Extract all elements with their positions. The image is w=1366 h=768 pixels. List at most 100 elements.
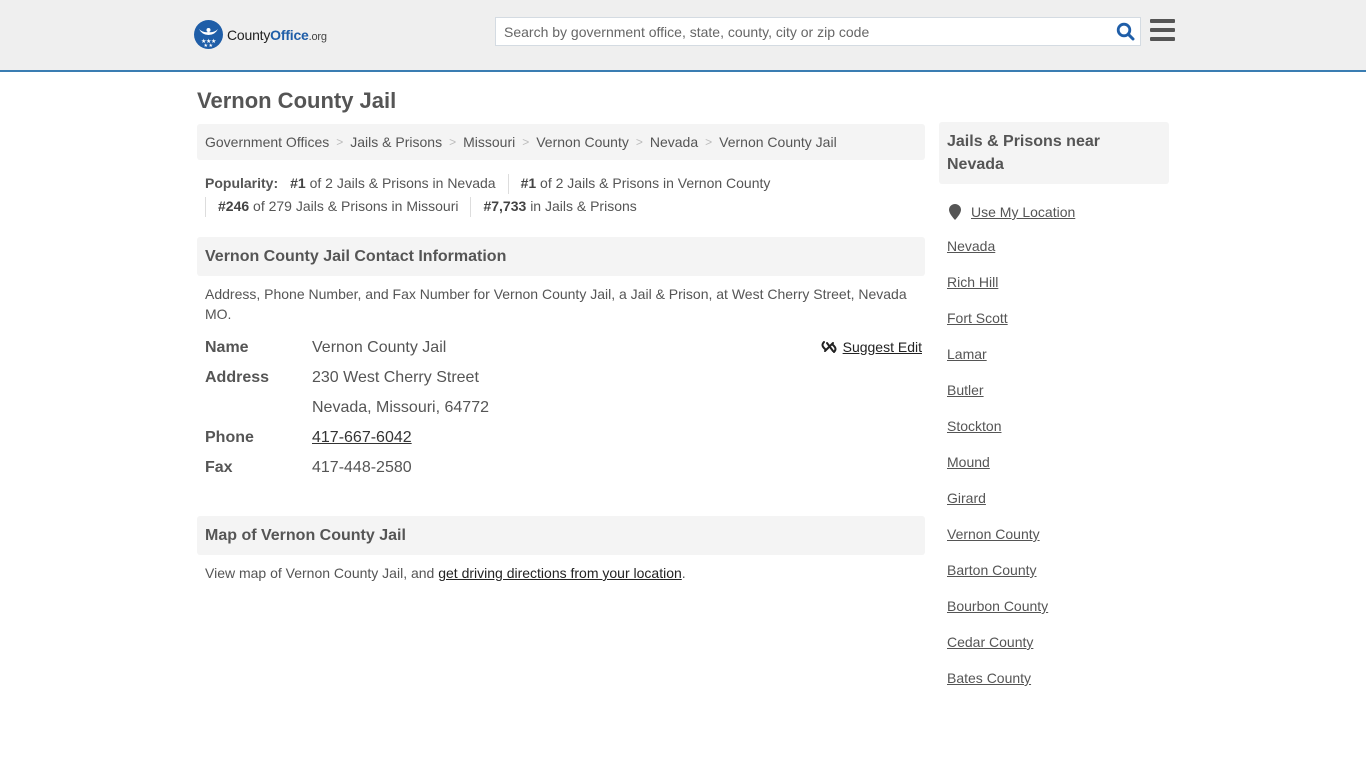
list-item: Cedar County: [947, 634, 1169, 670]
list-item: Bourbon County: [947, 598, 1169, 634]
fax-value: 417-448-2580: [312, 459, 412, 476]
popularity-rank: #1 of 2 Jails & Prisons in Nevada: [290, 172, 495, 195]
sidebar: Jails & Prisons near Nevada Use My Locat…: [939, 122, 1169, 706]
breadcrumb-separator: >: [336, 135, 344, 149]
name-label: Name: [205, 339, 249, 356]
sidebar-heading: Jails & Prisons near Nevada: [939, 122, 1169, 184]
breadcrumb-separator: >: [522, 135, 530, 149]
list-item: Vernon County: [947, 526, 1169, 562]
logo-county: County: [227, 26, 271, 43]
address-label: Address: [205, 369, 270, 386]
nearby-link-nevada[interactable]: Nevada: [947, 238, 995, 254]
list-item: Butler: [947, 382, 1169, 418]
menu-bar: [1150, 19, 1175, 23]
site-logo[interactable]: ★ ★ ★ ★ ★ CountyOffice.org: [194, 20, 327, 49]
contact-description: Address, Phone Number, and Fax Number fo…: [205, 286, 907, 322]
divider: [507, 173, 509, 194]
rank-number: #1: [290, 175, 306, 191]
hamburger-menu-icon[interactable]: [1150, 19, 1175, 41]
nearby-link-barton-county[interactable]: Barton County: [947, 562, 1037, 578]
info-row-fax: Fax 417-448-2580: [205, 453, 925, 483]
phone-label: Phone: [205, 429, 254, 446]
search-bar: [495, 17, 1141, 46]
search-input[interactable]: [496, 18, 1110, 45]
breadcrumb-jails-prisons[interactable]: Jails & Prisons: [350, 134, 442, 150]
breadcrumb-missouri[interactable]: Missouri: [463, 134, 515, 150]
rank-text: of 279 Jails & Prisons in Missouri: [253, 198, 459, 214]
search-button[interactable]: [1110, 18, 1140, 45]
rank-number: #7,733: [483, 198, 527, 214]
breadcrumb-separator: >: [449, 135, 457, 149]
popularity-row: #246 of 279 Jails & Prisons in Missouri …: [205, 195, 925, 218]
rank-number: #246: [218, 198, 250, 214]
nearby-link-vernon-county[interactable]: Vernon County: [947, 526, 1040, 542]
list-item: Rich Hill: [947, 274, 1169, 310]
unlink-edit-icon: [821, 341, 837, 353]
breadcrumb-separator: >: [705, 135, 713, 149]
search-icon: [1116, 22, 1134, 41]
eagle-logo-icon: ★ ★ ★ ★ ★: [194, 20, 223, 49]
breadcrumb-nevada[interactable]: Nevada: [650, 134, 698, 150]
rank-text: of 2 Jails & Prisons in Nevada: [309, 175, 496, 191]
nearby-link-butler[interactable]: Butler: [947, 382, 984, 398]
fax-label: Fax: [205, 459, 233, 476]
page-title: Vernon County Jail: [197, 88, 397, 113]
suggest-edit-button[interactable]: Suggest Edit: [821, 339, 922, 355]
breadcrumb-vernon-county[interactable]: Vernon County: [536, 134, 629, 150]
nearby-link-rich-hill[interactable]: Rich Hill: [947, 274, 998, 290]
logo-text: CountyOffice.org: [227, 27, 327, 43]
info-row-phone: Phone 417-667-6042: [205, 423, 925, 453]
logo-office: Office: [270, 26, 309, 43]
nearby-link-bourbon-county[interactable]: Bourbon County: [947, 598, 1048, 614]
breadcrumb-separator: >: [635, 135, 643, 149]
logo-org: .org: [308, 30, 327, 43]
list-item: Barton County: [947, 562, 1169, 598]
list-item: Bates County: [947, 670, 1169, 706]
popularity-rank: #7,733 in Jails & Prisons: [483, 195, 636, 218]
rank-number: #1: [520, 175, 537, 191]
list-item: Stockton: [947, 418, 1169, 454]
nearby-link-mound[interactable]: Mound: [947, 454, 990, 470]
nearby-link-stockton[interactable]: Stockton: [947, 418, 1001, 434]
nearby-list: Nevada Rich Hill Fort Scott Lamar Butler…: [939, 238, 1169, 706]
phone-link[interactable]: 417-667-6042: [312, 429, 412, 446]
info-row-address: Address 230 West Cherry Street: [205, 363, 925, 393]
address-line2: Nevada, Missouri, 64772: [312, 399, 489, 416]
breadcrumb-government-offices[interactable]: Government Offices: [205, 134, 329, 150]
list-item: Lamar: [947, 346, 1169, 382]
list-item: Mound: [947, 454, 1169, 490]
breadcrumb-current: Vernon County Jail: [719, 134, 837, 150]
nearby-link-lamar[interactable]: Lamar: [947, 346, 987, 362]
rank-text: in Jails & Prisons: [530, 198, 637, 214]
divider: [470, 196, 472, 217]
map-suffix: .: [681, 565, 686, 581]
map-text: View map of Vernon County Jail, and: [205, 565, 439, 581]
driving-directions-link[interactable]: get driving directions from your locatio…: [438, 565, 682, 581]
info-row-name: Name Vernon County Jail: [205, 333, 925, 363]
svg-text:★: ★: [209, 43, 214, 49]
list-item: Girard: [947, 490, 1169, 526]
popularity-label: Popularity:: [205, 175, 279, 191]
list-item: Nevada: [947, 238, 1169, 274]
list-item: Fort Scott: [947, 310, 1169, 346]
nearby-link-girard[interactable]: Girard: [947, 490, 986, 506]
breadcrumb: Government Offices > Jails & Prisons > M…: [197, 124, 925, 160]
popularity-row: Popularity: #1 of 2 Jails & Prisons in N…: [205, 172, 925, 195]
menu-bar: [1150, 37, 1175, 41]
use-location: Use My Location: [939, 202, 1169, 222]
menu-bar: [1150, 28, 1175, 32]
contact-info: Suggest Edit Name Vernon County Jail Add…: [205, 333, 925, 483]
divider: [205, 196, 206, 217]
popularity: Popularity: #1 of 2 Jails & Prisons in N…: [205, 172, 925, 218]
contact-heading: Vernon County Jail Contact Information: [197, 237, 925, 276]
site-header: ★ ★ ★ ★ ★ CountyOffice.org: [0, 0, 1366, 72]
use-my-location-link[interactable]: Use My Location: [971, 204, 1075, 220]
rank-text: of 2 Jails & Prisons in Vernon County: [540, 175, 771, 191]
map-heading: Map of Vernon County Jail: [197, 516, 925, 555]
nearby-link-cedar-county[interactable]: Cedar County: [947, 634, 1033, 650]
popularity-rank: #246 of 279 Jails & Prisons in Missouri: [218, 195, 458, 218]
popularity-rank: #1 of 2 Jails & Prisons in Vernon County: [521, 172, 771, 195]
nearby-link-bates-county[interactable]: Bates County: [947, 670, 1031, 686]
suggest-edit-link[interactable]: Suggest Edit: [843, 339, 922, 355]
nearby-link-fort-scott[interactable]: Fort Scott: [947, 310, 1008, 326]
